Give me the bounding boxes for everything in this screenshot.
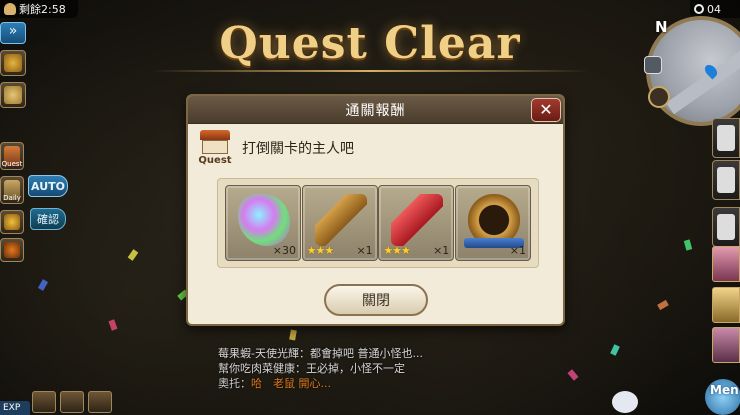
chat-line: 奧托：哈 老鼠 開心... bbox=[218, 376, 423, 391]
reward-stars: ★★★ bbox=[306, 244, 335, 257]
reward-quantity: ×30 bbox=[272, 244, 296, 257]
people-icon bbox=[717, 214, 735, 240]
dialog-header: 通關報酬 bbox=[188, 96, 563, 124]
quest-clear-title: Quest Clear bbox=[219, 18, 521, 69]
exp-bar: EXP bbox=[0, 401, 30, 415]
reward-quantity: ×1 bbox=[509, 244, 526, 257]
rainbow-gem-icon bbox=[238, 194, 290, 246]
party-member-portrait[interactable] bbox=[712, 327, 740, 363]
clock-text: 04 bbox=[707, 2, 721, 16]
quest-roof bbox=[200, 130, 230, 140]
reward-quantity: ×1 bbox=[356, 244, 373, 257]
chat-message: 哈 老鼠 開心... bbox=[251, 377, 331, 390]
daily-side-label: Daily bbox=[3, 194, 21, 202]
menu-button-5[interactable] bbox=[0, 210, 24, 234]
reward-quantity: ×1 bbox=[433, 244, 450, 257]
confirm-side-button[interactable]: 確認 bbox=[30, 208, 66, 230]
party-icon bbox=[717, 167, 735, 193]
chat-log: 莓果蝦-天使光輝：都會掉吧 普通小怪也... 幫你吃肉菜健康：王必掉，小怪不一定… bbox=[218, 346, 423, 391]
fire-icon bbox=[4, 242, 20, 258]
chat-line: 幫你吃肉菜健康：王必掉，小怪不一定 bbox=[218, 362, 405, 375]
party-button[interactable] bbox=[712, 160, 740, 200]
trophy-icon bbox=[4, 214, 20, 230]
reward-dialog: 通關報酬 ✕ Quest 打倒關卡的主人吧 ×30 ★★★ ×1 ★★★ ×1 bbox=[186, 94, 565, 326]
helmet-icon bbox=[4, 86, 22, 104]
close-icon: ✕ bbox=[539, 100, 553, 119]
camera-button[interactable] bbox=[712, 118, 740, 158]
dialog-close-button[interactable]: ✕ bbox=[531, 98, 561, 122]
reward-stars: ★★★ bbox=[383, 244, 411, 257]
clock-icon bbox=[694, 4, 704, 14]
quest-icon-caption: Quest bbox=[198, 155, 232, 166]
camera-icon bbox=[717, 125, 735, 151]
friends-button[interactable] bbox=[712, 207, 740, 247]
close-button[interactable]: 關閉 bbox=[324, 284, 428, 316]
stage-timer: 剩餘2:58 bbox=[0, 0, 78, 18]
bell-icon bbox=[4, 3, 16, 15]
reward-panel: ×30 ★★★ ×1 ★★★ ×1 ×1 bbox=[217, 178, 539, 268]
quickslot-3[interactable] bbox=[88, 391, 112, 413]
quickslot-1[interactable] bbox=[32, 391, 56, 413]
title-underline bbox=[150, 70, 590, 72]
quest-board-icon: Quest bbox=[198, 130, 232, 166]
main-menu-label[interactable]: Men bbox=[710, 383, 739, 397]
reward-item-spear-head[interactable]: ★★★ ×1 bbox=[301, 185, 378, 261]
quest-side-label: Quest bbox=[1, 160, 23, 168]
reward-item-red-crystal[interactable]: ★★★ ×1 bbox=[378, 185, 455, 261]
dialog-title: 通關報酬 bbox=[345, 102, 406, 119]
reward-item-rainbow-gem[interactable]: ×30 bbox=[225, 185, 301, 261]
party-member-portrait[interactable] bbox=[712, 246, 740, 282]
timer-text: 剩餘2:58 bbox=[19, 3, 66, 16]
spear-head-icon bbox=[314, 194, 367, 246]
auto-button[interactable]: AUTO bbox=[28, 175, 68, 197]
reward-item-emblem[interactable]: ×1 bbox=[454, 185, 531, 261]
chat-bubble-icon[interactable] bbox=[612, 391, 638, 413]
owl-icon[interactable] bbox=[648, 86, 670, 108]
party-member-portrait[interactable] bbox=[712, 287, 740, 323]
chat-sender: 奧托： bbox=[218, 377, 251, 390]
quickslot-2[interactable] bbox=[60, 391, 84, 413]
quest-side-button[interactable]: Quest bbox=[0, 142, 24, 170]
quest-objective-row: Quest 打倒關卡的主人吧 bbox=[198, 130, 354, 166]
chat-line: 莓果蝦-天使光輝：都會掉吧 普通小怪也... bbox=[218, 347, 423, 360]
red-crystal-icon bbox=[391, 194, 444, 246]
daily-side-button[interactable]: Daily bbox=[0, 176, 24, 204]
quest-box bbox=[202, 140, 228, 154]
menu-button-6[interactable] bbox=[0, 238, 24, 262]
quest-objective-text: 打倒關卡的主人吧 bbox=[242, 141, 354, 157]
menu-button-2[interactable] bbox=[0, 82, 26, 108]
